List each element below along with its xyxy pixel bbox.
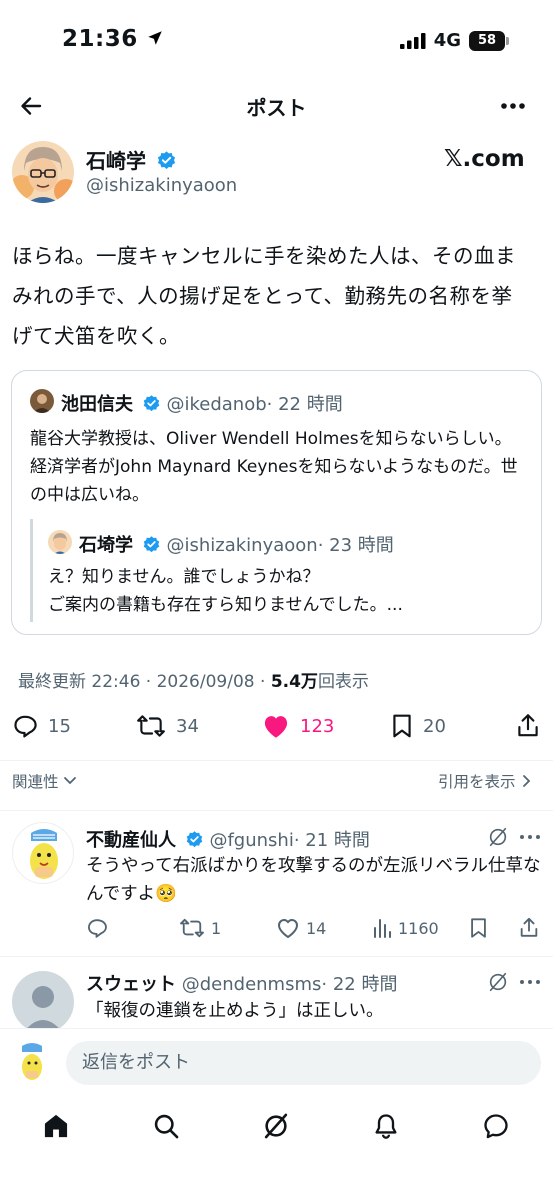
quote-author-handle: @ikedanob bbox=[166, 394, 267, 415]
status-indicators: 4G 58 bbox=[399, 30, 509, 51]
show-quotes-link[interactable]: 引用を表示 bbox=[438, 770, 532, 792]
reply-time: · 21 時間 bbox=[293, 830, 370, 851]
quote-author-avatar bbox=[30, 389, 54, 413]
chevron-right-icon bbox=[522, 775, 530, 787]
nested-author-name: 石埼学 bbox=[79, 535, 133, 556]
status-time: 21:36 bbox=[62, 26, 164, 52]
reply-count: 15 bbox=[48, 715, 71, 737]
grok-icon[interactable] bbox=[487, 971, 509, 993]
post-timestamp: 最終更新 22:46 · 2026/09/08 · bbox=[18, 672, 271, 692]
like-action[interactable]: 123 bbox=[262, 713, 334, 739]
post-meta: 最終更新 22:46 · 2026/09/08 · 5.4万回表示 bbox=[18, 667, 369, 692]
bottom-tab-bar bbox=[0, 1100, 553, 1200]
relevance-label: 関連性 bbox=[12, 773, 59, 791]
battery-icon: 58 bbox=[469, 30, 509, 51]
relevance-dropdown[interactable]: 関連性 bbox=[12, 770, 77, 792]
reply-author-row[interactable]: スウェット @dendenmsms· 22 時間 bbox=[86, 970, 397, 996]
repost-count: 34 bbox=[176, 715, 199, 737]
reply-author-name[interactable]: 不動産仙人 bbox=[86, 830, 176, 851]
reply-icon bbox=[14, 715, 37, 738]
bookmark-icon[interactable] bbox=[469, 917, 488, 939]
home-icon[interactable] bbox=[42, 1112, 70, 1140]
reply-repost-count: 1 bbox=[211, 918, 222, 938]
like-count: 123 bbox=[300, 715, 335, 737]
analytics-icon bbox=[374, 919, 391, 938]
reply-time: · 22 時間 bbox=[321, 974, 398, 995]
repost-action[interactable]: 34 bbox=[136, 713, 199, 739]
network-type: 4G bbox=[433, 30, 461, 51]
notifications-bell-icon[interactable] bbox=[372, 1112, 400, 1140]
reply-reply-action[interactable] bbox=[86, 917, 118, 939]
quote-author-name: 池田信夫 bbox=[61, 394, 133, 415]
x-brand-logo: 𝕏.com bbox=[444, 146, 525, 172]
nested-text-line2: ご案内の書籍も存在すら知りませんでした。... bbox=[48, 595, 403, 615]
author-avatar[interactable] bbox=[12, 141, 74, 203]
signal-icon bbox=[399, 32, 426, 49]
verified-badge-icon bbox=[158, 151, 176, 169]
bookmark-action[interactable]: 20 bbox=[391, 713, 446, 739]
repost-icon bbox=[137, 715, 165, 737]
nested-time: · 23 時間 bbox=[317, 535, 394, 556]
quote-text: 龍谷大学教授は、Oliver Wendell Holmesを知らないらしい。経済… bbox=[30, 429, 518, 505]
reply-author-row[interactable]: 不動産仙人 @fgunshi· 21 時間 bbox=[86, 826, 370, 852]
reply-view-count: 1160 bbox=[398, 918, 439, 938]
show-quotes-label: 引用を表示 bbox=[438, 773, 516, 791]
heart-icon bbox=[278, 919, 298, 938]
nested-author-avatar bbox=[48, 530, 72, 554]
more-options-icon[interactable] bbox=[519, 834, 541, 840]
post-text: ほらね。一度キャンセルに手を染めた人は、その血まみれの手で、人の揚げ足をとって、… bbox=[12, 244, 516, 348]
more-options-icon[interactable] bbox=[500, 102, 526, 110]
divider bbox=[0, 760, 553, 761]
share-icon[interactable] bbox=[518, 916, 540, 940]
grok-icon[interactable] bbox=[262, 1112, 290, 1140]
reply-text: 「報復の連鎖を止めよう」は正しい。 bbox=[86, 1001, 384, 1021]
quote-author-row: 池田信夫 @ikedanob· 22 時間 bbox=[61, 390, 343, 416]
reply-icon bbox=[88, 919, 107, 938]
reply-avatar[interactable] bbox=[12, 822, 74, 884]
reply-repost-action[interactable]: 1 bbox=[179, 917, 221, 939]
messages-icon[interactable] bbox=[482, 1112, 510, 1140]
nested-author-handle: @ishizakinyaoon bbox=[166, 535, 318, 556]
author-handle[interactable]: @ishizakinyaoon bbox=[86, 175, 237, 196]
search-icon[interactable] bbox=[152, 1112, 180, 1140]
chevron-down-icon bbox=[63, 777, 76, 785]
reply-views-action[interactable]: 1160 bbox=[372, 917, 439, 939]
reply-like-action[interactable]: 14 bbox=[276, 917, 326, 939]
reply-author-handle: @fgunshi bbox=[209, 830, 294, 851]
reply-avatar[interactable] bbox=[12, 971, 74, 1033]
bookmark-count: 20 bbox=[423, 715, 446, 737]
verified-badge-icon bbox=[186, 831, 202, 848]
divider bbox=[0, 956, 553, 957]
nested-text-line1: え？知りません。誰でしょうかね？ bbox=[48, 567, 320, 587]
more-options-icon[interactable] bbox=[519, 979, 541, 985]
current-user-avatar bbox=[12, 1040, 52, 1084]
quote-time: · 22 時間 bbox=[266, 394, 343, 415]
reply-author-name[interactable]: スウェット bbox=[86, 974, 176, 995]
share-icon[interactable] bbox=[515, 712, 541, 740]
reply-action[interactable]: 15 bbox=[12, 713, 71, 739]
views-label: 回表示 bbox=[317, 672, 369, 692]
bookmark-icon bbox=[393, 714, 411, 738]
reply-input[interactable]: 返信をポスト bbox=[66, 1041, 541, 1085]
nested-author-row: 石埼学 @ishizakinyaoon· 23 時間 bbox=[79, 531, 394, 557]
reply-author-handle: @dendenmsms bbox=[181, 974, 322, 995]
heart-filled-icon bbox=[264, 716, 288, 738]
location-arrow-icon bbox=[148, 31, 162, 45]
author-name[interactable]: 石崎学 bbox=[86, 149, 146, 173]
verified-badge-icon bbox=[143, 395, 159, 412]
repost-icon bbox=[180, 918, 204, 938]
view-count: 5.4万 bbox=[270, 672, 318, 692]
reply-like-count: 14 bbox=[306, 918, 327, 938]
nested-quote-bar bbox=[30, 519, 33, 622]
divider bbox=[0, 810, 553, 811]
page-title: ポスト bbox=[246, 96, 307, 120]
author-name-row[interactable]: 石崎学 bbox=[86, 145, 177, 174]
verified-badge-icon bbox=[143, 536, 159, 553]
grok-icon[interactable] bbox=[487, 826, 509, 848]
reply-text: そうやって右派ばかりを攻撃するのが左派リベラル仕草なんですよ🥺 bbox=[86, 856, 541, 904]
